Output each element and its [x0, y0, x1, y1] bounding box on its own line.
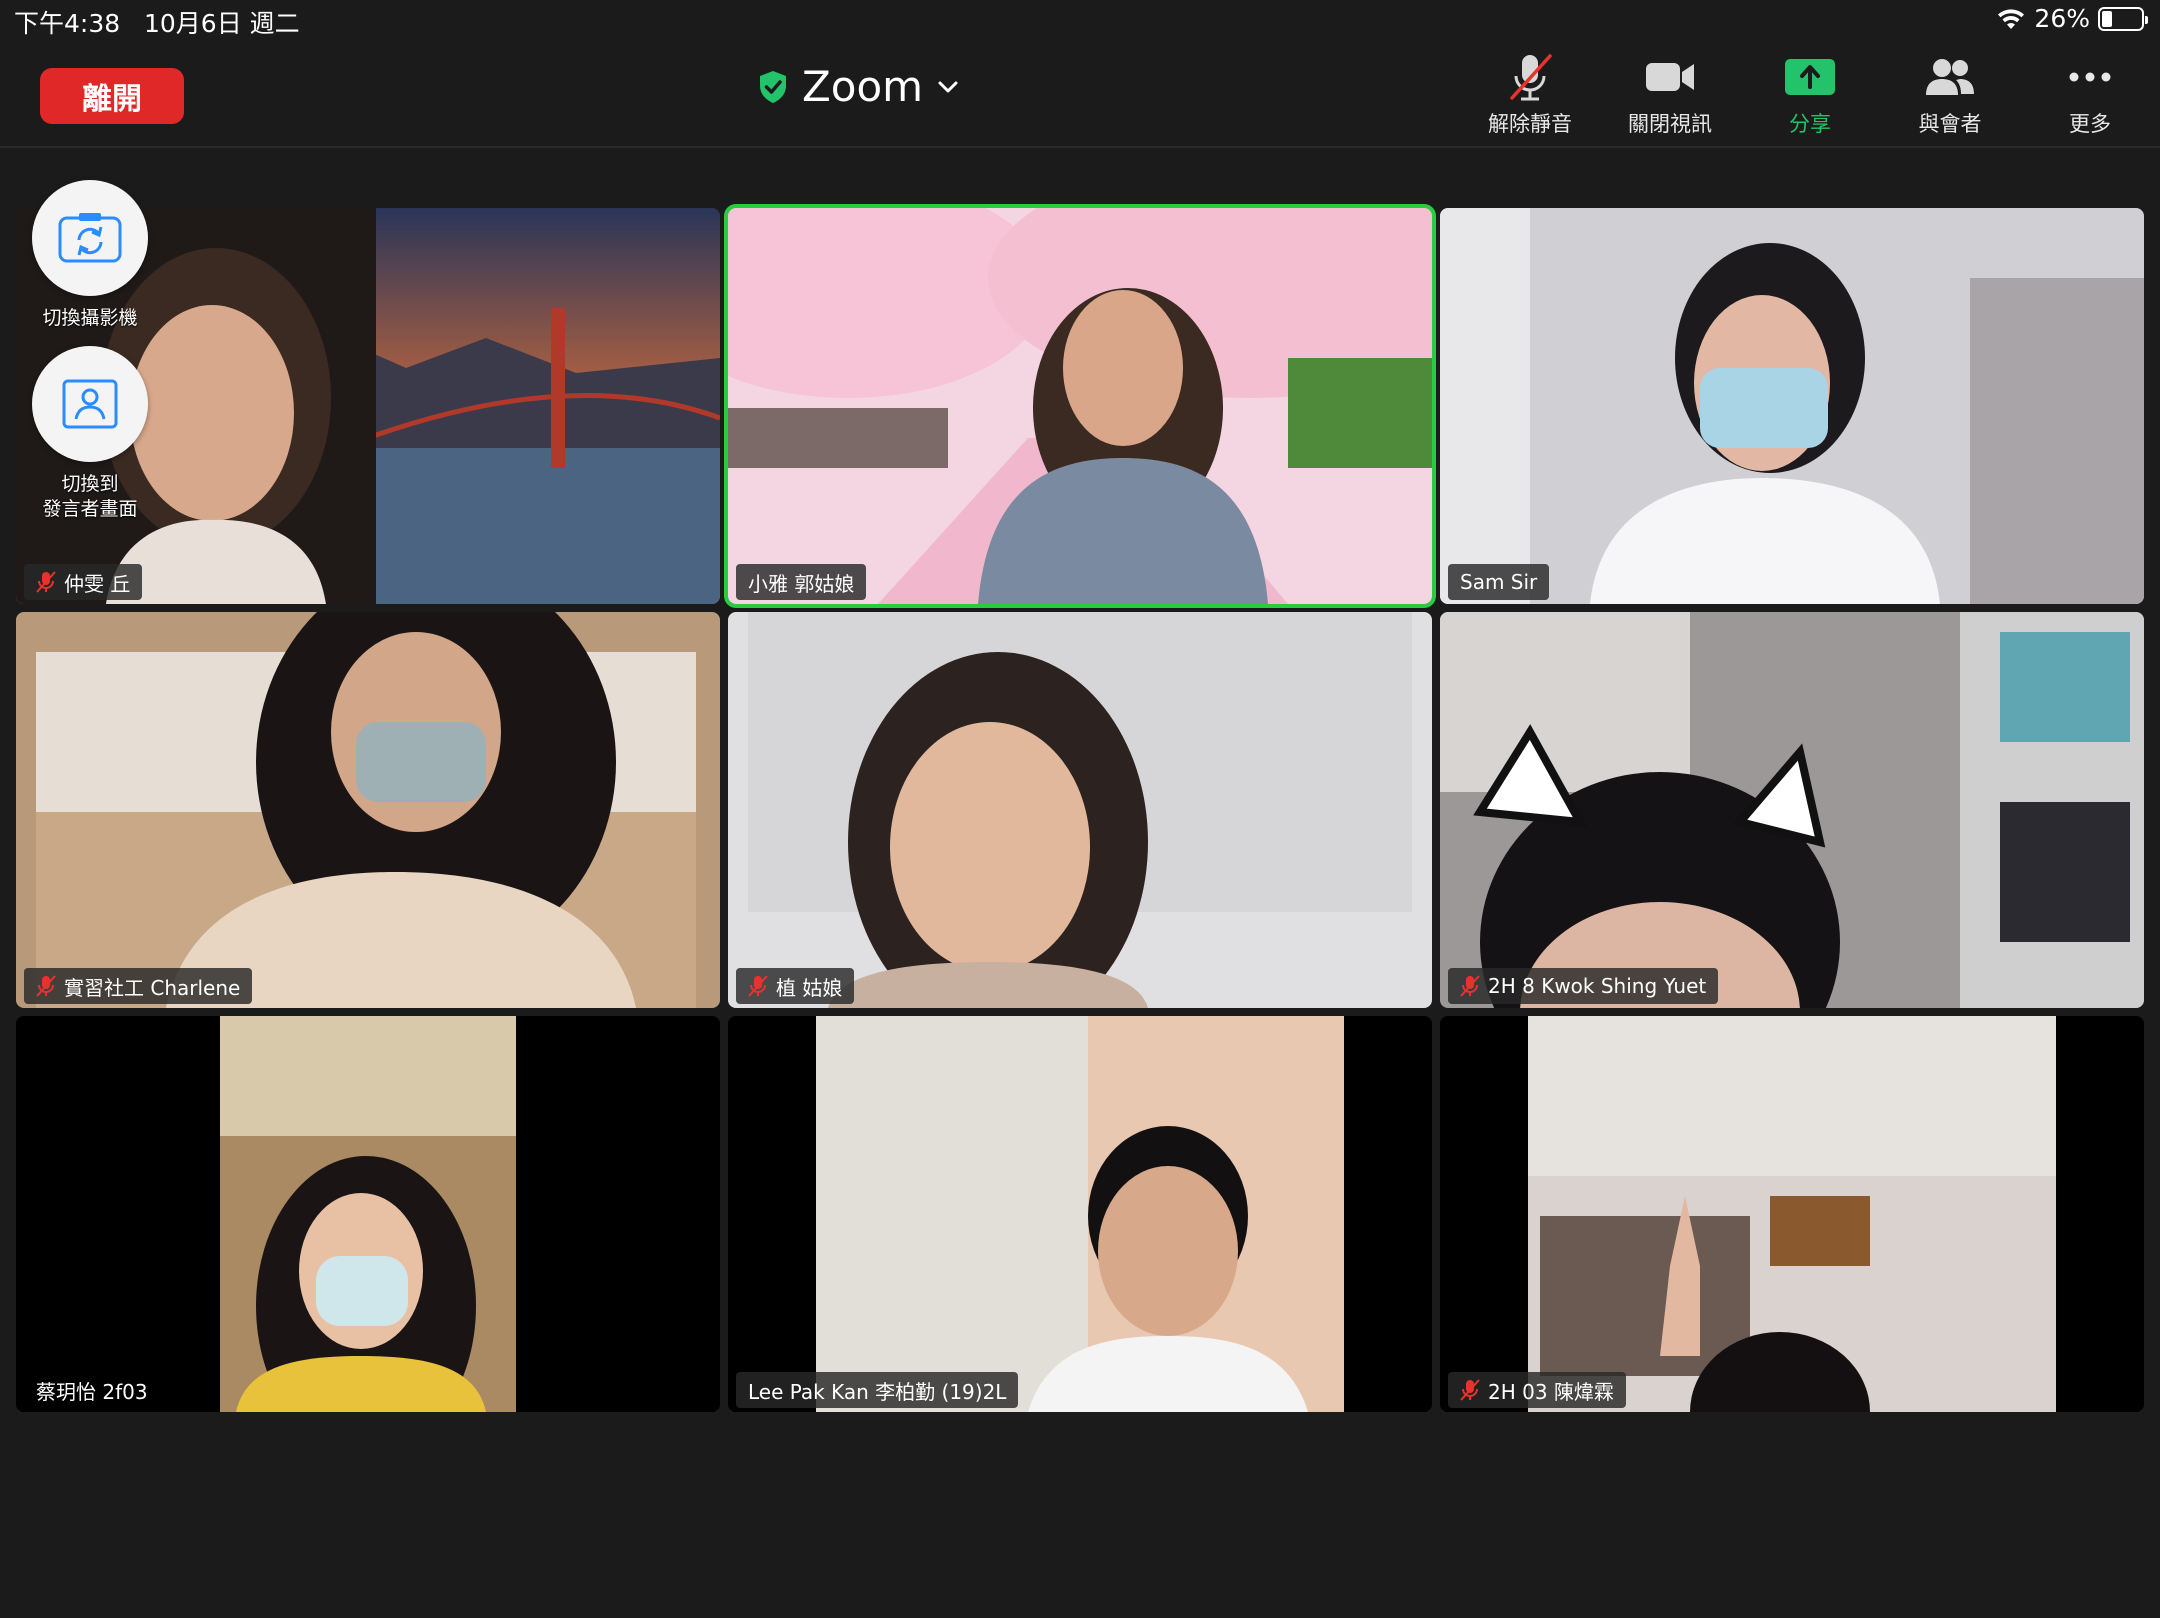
status-time: 下午4:38 — [14, 9, 121, 38]
participant-name-tag: 實習社工 Charlene — [24, 968, 253, 1004]
participant-name: 實習社工 Charlene — [64, 975, 241, 1000]
switch-speaker-view-label-line-1: 切換到 — [61, 473, 119, 495]
switch-speaker-view-label: 切換到 發言者畫面 — [30, 472, 150, 521]
wifi-icon — [1998, 8, 2025, 29]
video-tile-3[interactable]: Sam Sir — [1440, 208, 2144, 604]
video-camera-icon — [1646, 63, 1694, 91]
meeting-top-bar: 離開 Zoom 解除靜音 關閉視訊 分享 與會者 更多 — [0, 40, 2160, 148]
mic-muted-icon — [748, 975, 768, 997]
mic-muted-icon — [1460, 975, 1480, 997]
switch-speaker-view-button[interactable] — [32, 346, 148, 462]
participant-name: 2H 8 Kwok Shing Yuet — [1488, 974, 1707, 998]
video-tile-8[interactable]: Lee Pak Kan 李柏勤 (19)2L — [728, 1016, 1432, 1412]
participant-name: 2H 03 陳煒霖 — [1488, 1379, 1614, 1404]
participants-button[interactable]: 與會者 — [1880, 52, 2020, 148]
participant-name: 仲雯 丘 — [64, 571, 131, 596]
participants-label: 與會者 — [1918, 112, 1982, 136]
chevron-down-icon — [938, 81, 958, 92]
battery-percent: 26% — [2034, 4, 2090, 33]
meeting-toolbar: 解除靜音 關閉視訊 分享 與會者 更多 — [1460, 52, 2160, 148]
stop-video-label: 關閉視訊 — [1628, 112, 1712, 136]
share-screen-icon — [1785, 59, 1835, 95]
switch-camera-label: 切換攝影機 — [42, 307, 138, 329]
participant-name-tag: 植 姑娘 — [736, 968, 855, 1004]
mic-muted-icon — [36, 975, 56, 997]
participant-name-tag: 小雅 郭姑娘 — [736, 564, 867, 600]
participants-icon — [1926, 59, 1974, 95]
unmute-button[interactable]: 解除靜音 — [1460, 52, 1600, 148]
participant-name-tag: Sam Sir — [1448, 564, 1550, 600]
video-tile-5[interactable]: 植 姑娘 — [728, 612, 1432, 1008]
participant-video — [16, 612, 720, 1008]
switch-camera-button[interactable] — [32, 180, 148, 296]
switch-camera-icon — [58, 213, 122, 263]
speaker-view-icon — [62, 379, 118, 429]
more-button[interactable]: 更多 — [2020, 52, 2160, 148]
participant-video — [728, 1016, 1432, 1412]
mic-muted-icon — [36, 571, 56, 593]
participant-video — [728, 208, 1432, 604]
leave-button[interactable]: 離開 — [40, 68, 184, 124]
video-tile-9[interactable]: 2H 03 陳煒霖 — [1440, 1016, 2144, 1412]
participant-name-tag: 2H 03 陳煒霖 — [1448, 1372, 1626, 1408]
switch-speaker-view-label-line-2: 發言者畫面 — [42, 497, 138, 520]
status-bar: 下午4:38 10月6日 週二 26% — [0, 0, 2160, 40]
participant-video — [1440, 208, 2144, 604]
participant-video — [1440, 612, 2144, 1008]
unmute-label: 解除靜音 — [1488, 112, 1572, 136]
participant-video — [728, 612, 1432, 1008]
mic-muted-icon — [1510, 54, 1552, 101]
stop-video-button[interactable]: 關閉視訊 — [1600, 52, 1740, 148]
video-tile-7[interactable]: 蔡玥怡 2f03 — [16, 1016, 720, 1412]
meeting-info-dropdown[interactable]: Zoom — [758, 62, 959, 111]
participant-name-tag: 2H 8 Kwok Shing Yuet — [1448, 968, 1719, 1004]
video-tile-2[interactable]: 小雅 郭姑娘 — [728, 208, 1432, 604]
participant-name: Sam Sir — [1460, 570, 1538, 594]
participant-name: Lee Pak Kan 李柏勤 (19)2L — [748, 1379, 1007, 1404]
battery-fill — [2102, 10, 2112, 27]
share-button[interactable]: 分享 — [1740, 52, 1880, 148]
more-icon — [2069, 72, 2111, 82]
status-indicators: 26% — [1996, 4, 2148, 33]
shield-check-icon — [760, 70, 786, 103]
participant-name: 植 姑娘 — [776, 975, 843, 1000]
participant-name-tag: 蔡玥怡 2f03 — [24, 1372, 160, 1408]
status-time-date: 下午4:38 10月6日 週二 — [14, 4, 300, 40]
mic-muted-icon — [1460, 1379, 1480, 1401]
share-label: 分享 — [1789, 112, 1831, 136]
participant-name: 蔡玥怡 2f03 — [36, 1379, 148, 1404]
participant-name-tag: 仲雯 丘 — [24, 564, 143, 600]
meeting-title: Zoom — [802, 62, 924, 111]
participant-video — [16, 1016, 720, 1412]
video-tile-4[interactable]: 實習社工 Charlene — [16, 612, 720, 1008]
video-tile-6[interactable]: 2H 8 Kwok Shing Yuet — [1440, 612, 2144, 1008]
more-label: 更多 — [2069, 112, 2111, 136]
participant-name-tag: Lee Pak Kan 李柏勤 (19)2L — [736, 1372, 1019, 1408]
participant-name: 小雅 郭姑娘 — [748, 571, 855, 596]
status-date: 10月6日 週二 — [143, 9, 300, 38]
participant-video — [1440, 1016, 2144, 1412]
battery-icon — [2098, 6, 2148, 31]
